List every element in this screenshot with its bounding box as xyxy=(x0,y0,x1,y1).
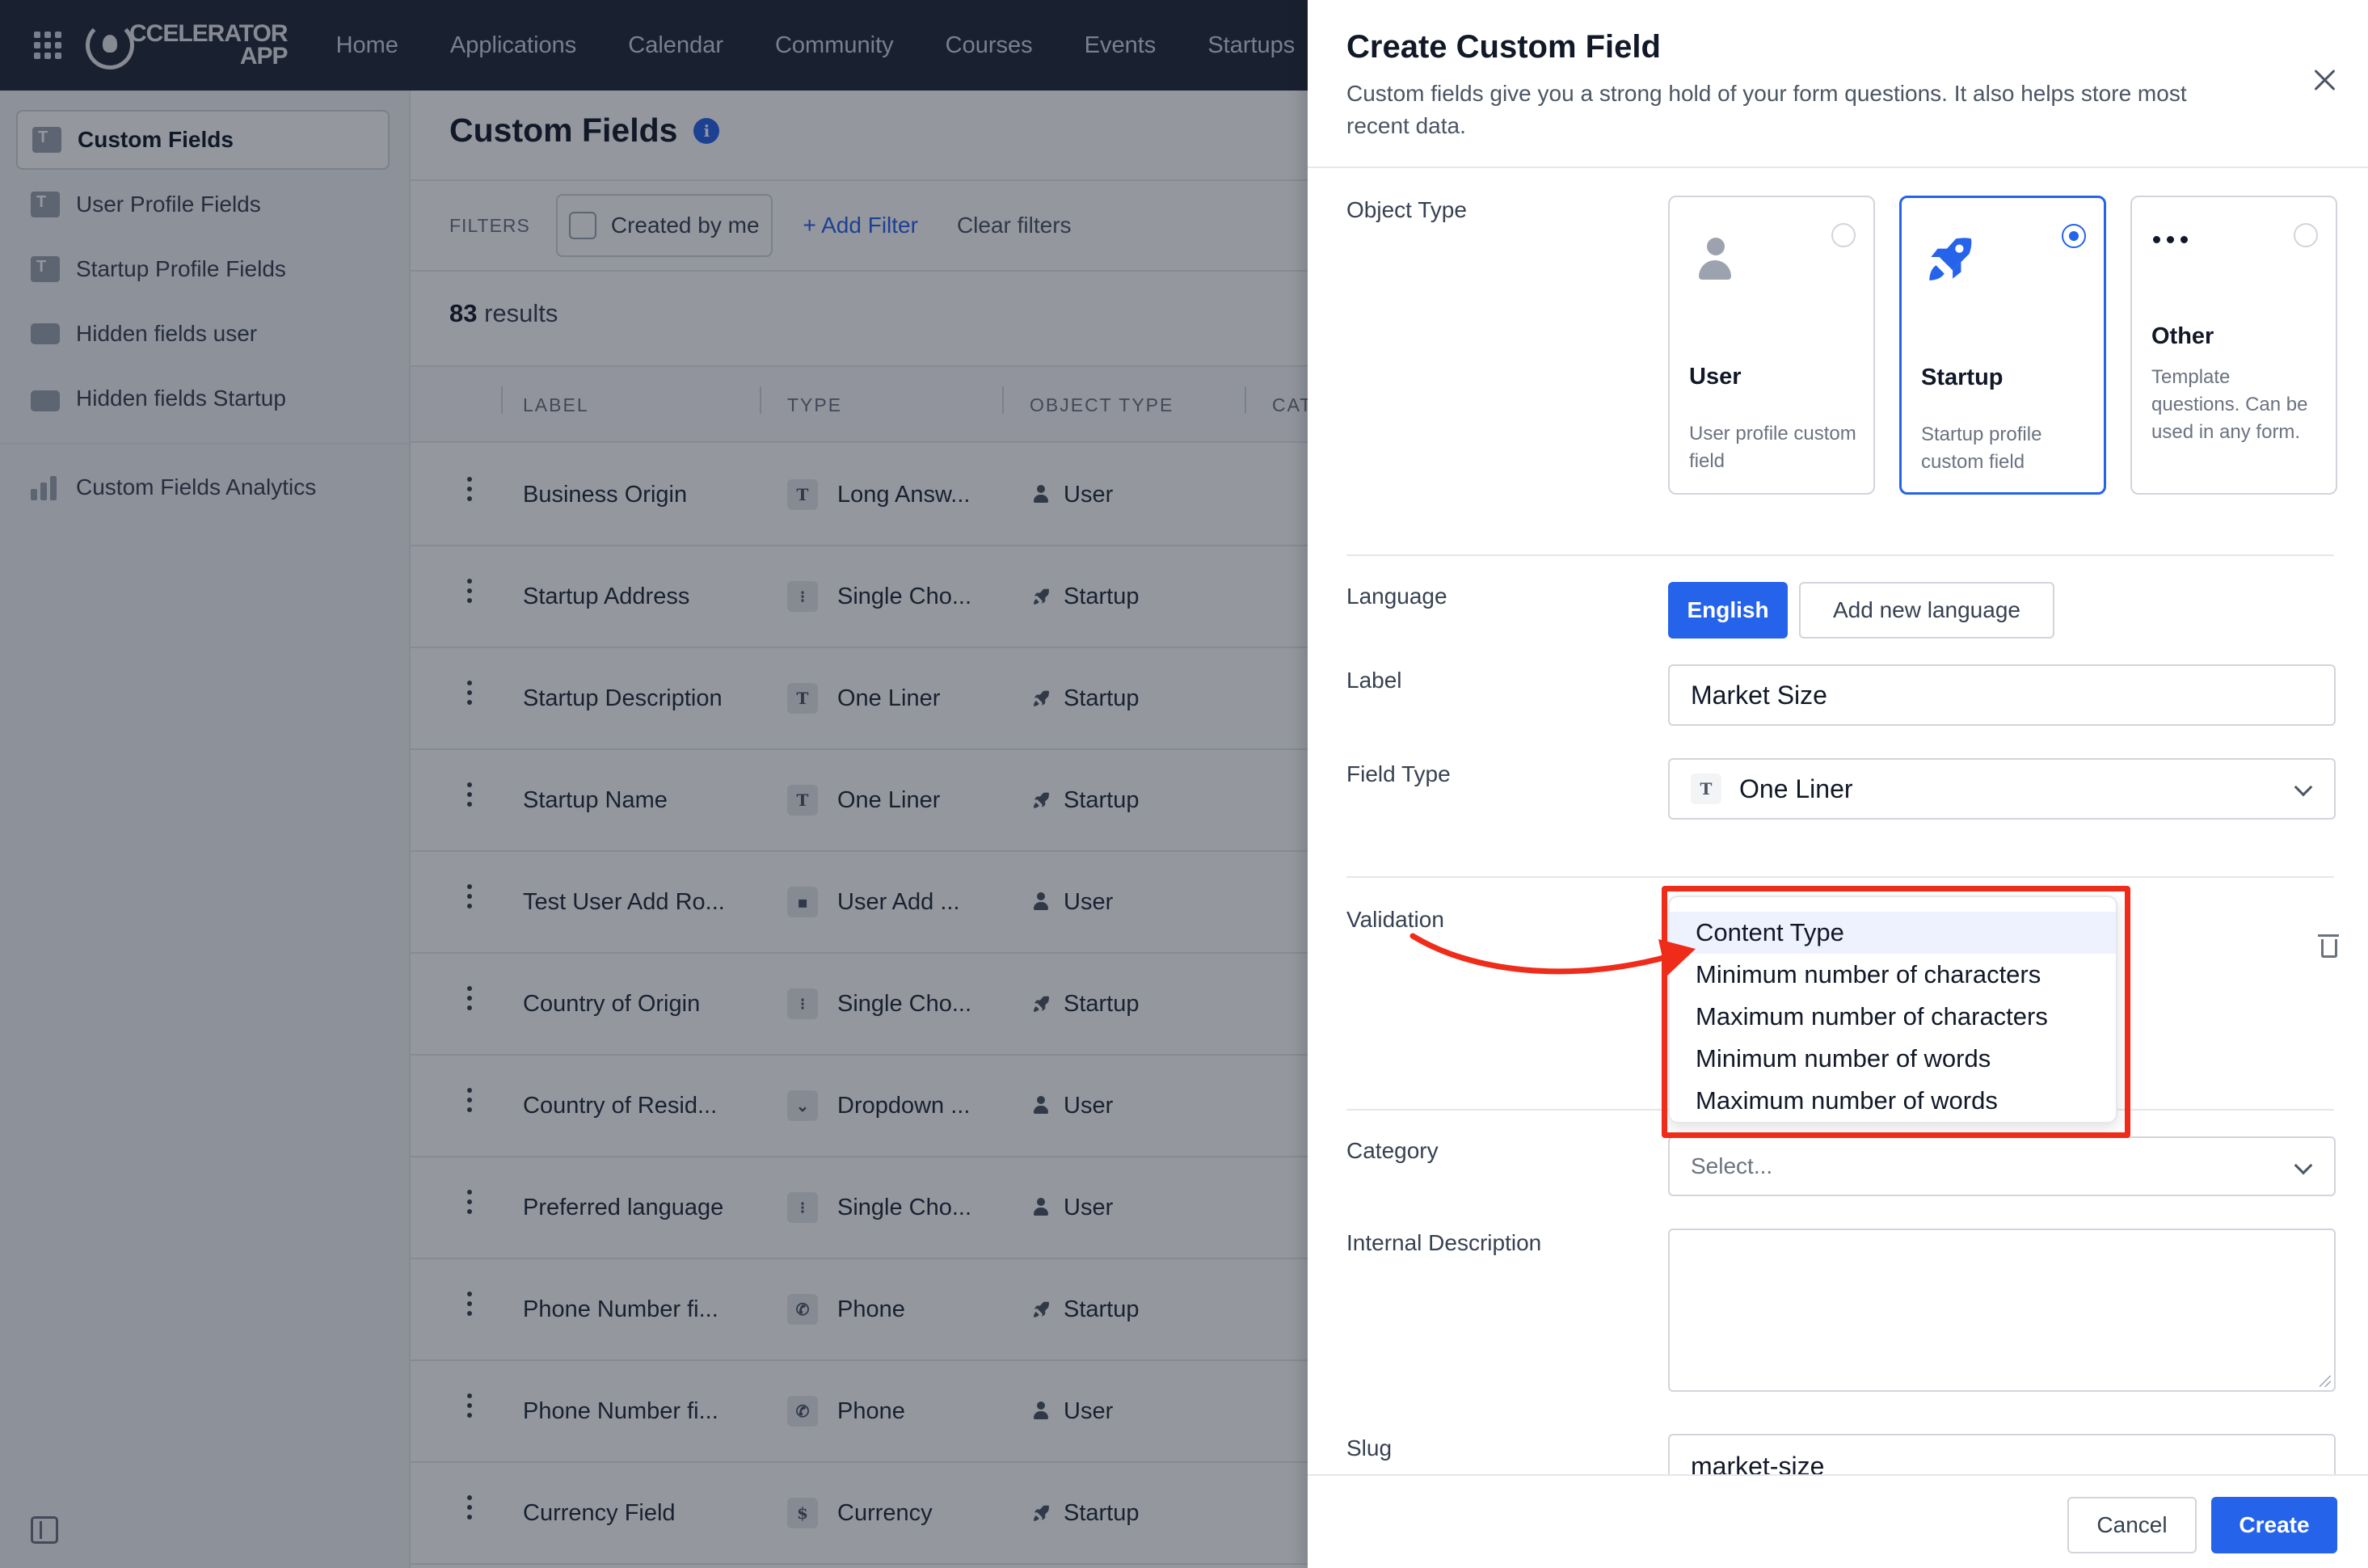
close-icon[interactable] xyxy=(2313,68,2337,92)
add-new-language-button[interactable]: Add new language xyxy=(1799,582,2054,639)
language-english-button[interactable]: English xyxy=(1668,582,1788,639)
drawer-header: Create Custom Field Custom fields give y… xyxy=(1308,0,2368,168)
more-dots-icon xyxy=(2153,236,2188,243)
chevron-down-icon xyxy=(2294,1156,2313,1175)
text-type-icon: T xyxy=(1691,773,1721,804)
object-type-card-other[interactable]: Other Template questions. Can be used in… xyxy=(2130,196,2337,495)
validation-label: Validation xyxy=(1346,907,1444,932)
modal-backdrop[interactable] xyxy=(0,0,1308,1568)
language-label: Language xyxy=(1346,584,1447,609)
internal-description-label: Internal Description xyxy=(1346,1230,1542,1255)
category-label: Category xyxy=(1346,1138,1439,1163)
radio-user[interactable] xyxy=(1831,223,1856,247)
rocket-icon xyxy=(1929,238,1972,280)
user-icon xyxy=(1697,238,1733,283)
field-type-select[interactable]: T One Liner xyxy=(1668,758,2336,820)
divider xyxy=(1346,554,2334,556)
field-type-value: One Liner xyxy=(1739,773,1853,803)
card-description: Startup profile custom field xyxy=(1921,424,2042,473)
object-type-card-startup[interactable]: Startup Startup profile custom field xyxy=(1899,196,2106,495)
create-button[interactable]: Create xyxy=(2211,1497,2337,1553)
chevron-down-icon xyxy=(2294,778,2313,797)
drawer-title: Create Custom Field xyxy=(1346,29,1661,65)
slug-label: Slug xyxy=(1346,1435,1393,1461)
label-input-value: Market Size xyxy=(1691,680,1827,710)
radio-other[interactable] xyxy=(2294,223,2318,247)
label-input[interactable]: Market Size xyxy=(1668,664,2336,726)
internal-description-textarea[interactable] xyxy=(1668,1229,2336,1392)
divider xyxy=(1346,876,2334,878)
annotation-highlight-box xyxy=(1662,886,2130,1138)
card-title: Startup xyxy=(1921,365,2004,390)
category-select[interactable]: Select... xyxy=(1668,1136,2336,1196)
resize-handle-icon[interactable] xyxy=(2320,1376,2331,1387)
label-label: Label xyxy=(1346,668,1402,693)
create-custom-field-drawer: Create Custom Field Custom fields give y… xyxy=(1308,0,2368,1568)
category-placeholder: Select... xyxy=(1691,1153,1773,1178)
card-title: User xyxy=(1689,364,1742,390)
card-description: Template questions. Can be used in any f… xyxy=(2151,366,2308,443)
cancel-button[interactable]: Cancel xyxy=(2067,1497,2197,1553)
trash-icon[interactable] xyxy=(2318,933,2339,958)
object-type-card-user[interactable]: User User profile custom field xyxy=(1668,196,1875,495)
radio-startup[interactable] xyxy=(2062,224,2086,248)
object-type-label: Object Type xyxy=(1346,197,1467,222)
field-type-label: Field Type xyxy=(1346,761,1451,786)
card-description: User profile custom field xyxy=(1689,423,1856,472)
drawer-footer: Cancel Create xyxy=(1308,1474,2368,1568)
drawer-subtitle: Custom fields give you a strong hold of … xyxy=(1346,81,2187,138)
card-title: Other xyxy=(2151,323,2214,349)
